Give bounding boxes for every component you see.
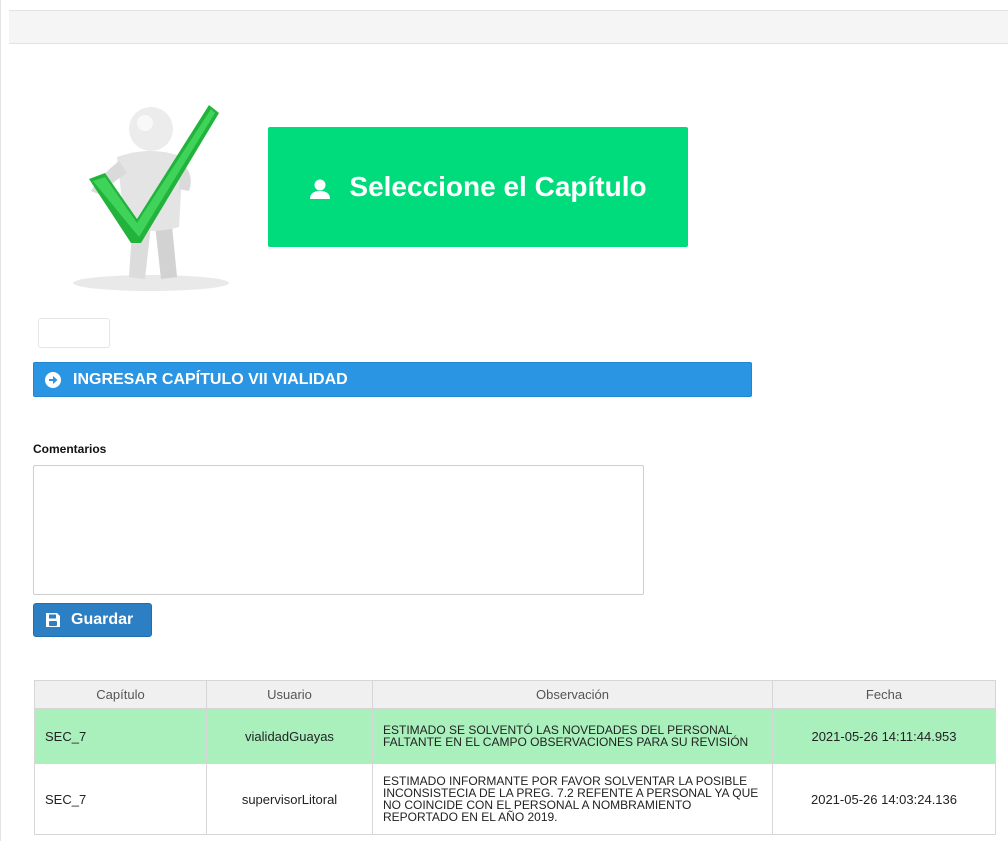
enter-chapter-button[interactable]: INGRESAR CAPÍTULO VII VIALIDAD [33,362,752,397]
empty-box [38,318,110,348]
comments-textarea[interactable] [33,465,644,595]
comments-label: Comentarios [33,442,107,456]
table-row[interactable]: SEC_7 supervisorLitoral ESTIMADO INFORMA… [34,763,996,835]
cell-capitulo: SEC_7 [34,763,207,835]
enter-chapter-label: INGRESAR CAPÍTULO VII VIALIDAD [73,370,348,388]
checkmark-mascot-image [73,105,229,291]
table-header-row: Capítulo Usuario Observación Fecha [34,680,996,709]
cell-observacion: ESTIMADO SE SOLVENTÓ LAS NOVEDADES DEL P… [372,708,773,764]
cell-fecha: 2021-05-26 14:11:44.953 [772,708,996,764]
top-bar [9,10,1008,44]
table-row[interactable]: SEC_7 vialidadGuayas ESTIMADO SE SOLVENT… [34,708,996,764]
user-icon [310,179,331,199]
select-chapter-button[interactable]: Seleccione el Capítulo [268,127,688,247]
column-header-observacion[interactable]: Observación [372,680,773,709]
save-icon [46,613,60,627]
arrow-right-icon [45,371,61,388]
cell-fecha: 2021-05-26 14:03:24.136 [772,763,996,835]
cell-usuario: supervisorLitoral [206,763,373,835]
column-header-usuario[interactable]: Usuario [206,680,373,709]
select-chapter-label: Seleccione el Capítulo [349,171,647,202]
cell-observacion: ESTIMADO INFORMANTE POR FAVOR SOLVENTAR … [372,763,773,835]
column-header-fecha[interactable]: Fecha [772,680,996,709]
save-button[interactable]: Guardar [33,603,152,637]
page: Seleccione el Capítulo INGRESAR CAPÍTULO… [0,0,1008,841]
observations-table: Capítulo Usuario Observación Fecha SEC_7… [34,680,996,835]
cell-capitulo: SEC_7 [34,708,207,764]
save-label: Guardar [71,611,134,628]
column-header-capitulo[interactable]: Capítulo [34,680,207,709]
cell-usuario: vialidadGuayas [206,708,373,764]
